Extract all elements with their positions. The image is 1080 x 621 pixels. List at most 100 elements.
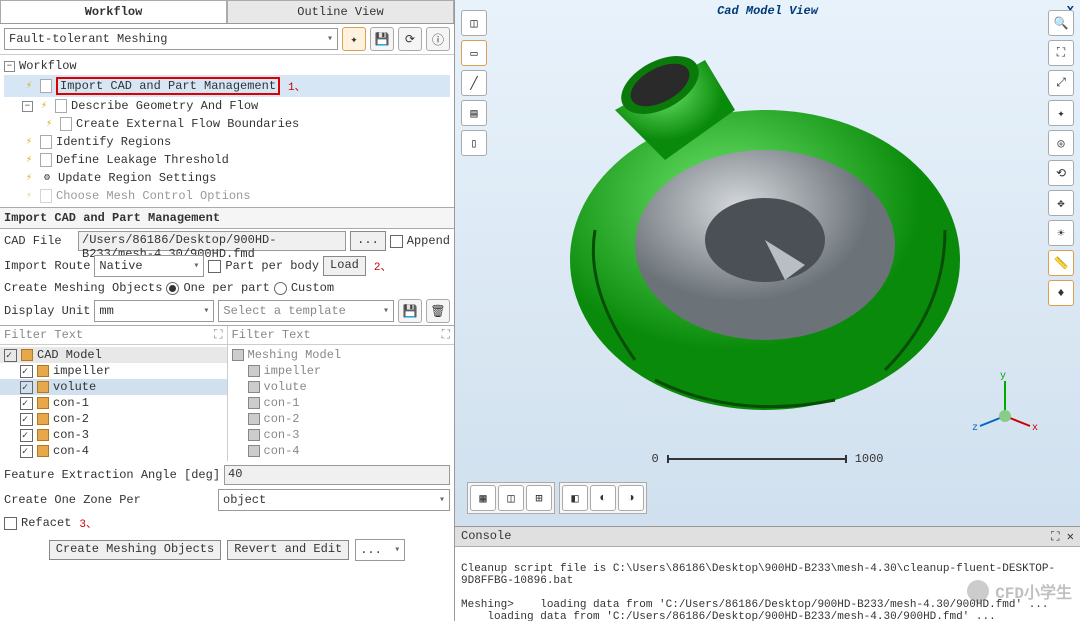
tree-item-describe[interactable]: − ⚡ Describe Geometry And Flow — [4, 97, 450, 115]
fit-icon[interactable]: ⤢ — [1048, 70, 1074, 96]
zone-combo[interactable]: object — [218, 489, 450, 511]
cube-view-icon[interactable]: ◫ — [461, 10, 487, 36]
display-unit-combo[interactable]: mm — [94, 300, 214, 322]
zoom-area-icon[interactable]: ⛶ — [1048, 40, 1074, 66]
console-line: Cleanup script file is C:\Users\86186\De… — [461, 563, 1055, 587]
append-checkbox[interactable] — [390, 235, 403, 248]
list-item[interactable]: impeller — [0, 363, 227, 379]
preset-combo[interactable]: Fault-tolerant Meshing — [4, 28, 338, 50]
filter-text[interactable]: Filter Text — [4, 328, 83, 342]
measure-icon[interactable]: 📏 — [1048, 250, 1074, 276]
tree-collapse-icon[interactable]: − — [22, 101, 33, 112]
load-button[interactable]: Load — [323, 256, 366, 276]
refresh-icon[interactable]: ⟳ — [398, 27, 422, 51]
doc-icon[interactable]: ▤ — [461, 100, 487, 126]
axis-icon[interactable]: ✦ — [1048, 100, 1074, 126]
zoom-icon[interactable]: 🔍 — [1048, 10, 1074, 36]
list-item[interactable]: con-4 — [0, 443, 227, 459]
shade-icon[interactable]: ◐ — [590, 485, 616, 511]
template-placeholder: Select a template — [223, 304, 345, 318]
tree-item-mesh-options[interactable]: ⚡ Choose Mesh Control Options — [4, 187, 450, 205]
probe-icon[interactable]: ◎ — [1048, 130, 1074, 156]
item-checkbox[interactable] — [20, 365, 33, 378]
shade-icon[interactable]: ◑ — [618, 485, 644, 511]
rotate-icon[interactable]: ⟲ — [1048, 160, 1074, 186]
item-checkbox[interactable] — [20, 381, 33, 394]
tab-workflow[interactable]: Workflow — [0, 0, 227, 23]
filter-text[interactable]: Filter Text — [232, 328, 311, 342]
info-icon[interactable]: ⓘ — [426, 27, 450, 51]
svg-text:z: z — [972, 423, 978, 434]
refacet-checkbox[interactable] — [4, 517, 17, 530]
custom-radio[interactable] — [274, 282, 287, 295]
line-icon[interactable]: ╱ — [461, 70, 487, 96]
item-checkbox[interactable] — [20, 397, 33, 410]
list-item[interactable]: impeller — [228, 363, 455, 379]
browse-button[interactable]: ... — [350, 231, 386, 251]
more-label: ... — [360, 543, 382, 557]
part-per-body-checkbox[interactable] — [208, 260, 221, 273]
tree-item-label: Describe Geometry And Flow — [71, 99, 258, 113]
gear-icon: ⚙ — [40, 171, 54, 185]
list-item[interactable]: con-2 — [228, 411, 455, 427]
list-item[interactable]: con-3 — [0, 427, 227, 443]
list-item[interactable]: con-3 — [228, 427, 455, 443]
console-body[interactable]: Cleanup script file is C:\Users\86186\De… — [455, 547, 1080, 621]
cad-model-header[interactable]: CAD Model — [0, 347, 227, 363]
scale-bar: 0 1000 — [651, 452, 883, 466]
tree-collapse-icon[interactable]: − — [4, 61, 15, 72]
item-checkbox[interactable] — [20, 429, 33, 442]
page-icon[interactable]: ▯ — [461, 130, 487, 156]
light-icon[interactable]: ☀ — [1048, 220, 1074, 246]
expand-icon[interactable]: ⛶ — [442, 328, 450, 342]
cube-icon — [248, 397, 260, 409]
create-meshing-objects-button[interactable]: Create Meshing Objects — [49, 540, 221, 560]
list-item[interactable]: volute — [228, 379, 455, 395]
box-icon[interactable]: ▭ — [461, 40, 487, 66]
view-mode-icon[interactable]: ◫ — [498, 485, 524, 511]
revert-edit-button[interactable]: Revert and Edit — [227, 540, 349, 560]
tree-item-import-cad[interactable]: ⚡ Import CAD and Part Management 1、 — [4, 75, 450, 97]
shade-icon[interactable]: ◧ — [562, 485, 588, 511]
watermark: CFD小学生 — [967, 579, 1072, 603]
tree-item-update-region[interactable]: ⚡ ⚙ Update Region Settings — [4, 169, 450, 187]
import-route-combo[interactable]: Native — [94, 255, 204, 277]
cad-model-label: CAD Model — [37, 348, 102, 362]
save-template-icon[interactable]: 💾 — [398, 299, 422, 323]
console-expand-icon[interactable]: ⛶ ✕ — [1051, 529, 1074, 544]
cad-viewer[interactable]: Cad Model View X ◫ ▭ ╱ ▤ ▯ 🔍 ⛶ ⤢ ✦ ◎ ⟲ ✥… — [455, 0, 1080, 526]
delete-template-icon[interactable]: 🗑 — [426, 299, 450, 323]
move-icon[interactable]: ✥ — [1048, 190, 1074, 216]
item-checkbox[interactable] — [20, 413, 33, 426]
zone-label: Create One Zone Per — [4, 493, 214, 507]
view-mode-icon[interactable]: ▦ — [470, 485, 496, 511]
view-mode-icon[interactable]: ⊞ — [526, 485, 552, 511]
one-per-part-radio[interactable] — [166, 282, 179, 295]
bolt-icon: ⚡ — [22, 79, 36, 93]
item-checkbox[interactable] — [20, 445, 33, 458]
more-combo[interactable]: ... — [355, 539, 405, 561]
tree-item-boundaries[interactable]: ⚡ Create External Flow Boundaries — [4, 115, 450, 133]
svg-text:y: y — [1000, 371, 1006, 382]
item-label: con-1 — [53, 396, 89, 410]
template-combo[interactable]: Select a template — [218, 300, 394, 322]
list-item[interactable]: volute — [0, 379, 227, 395]
tab-outline[interactable]: Outline View — [227, 0, 454, 23]
meshing-model-header[interactable]: Meshing Model — [228, 347, 455, 363]
tree-item-leakage[interactable]: ⚡ Define Leakage Threshold — [4, 151, 450, 169]
item-label: con-2 — [264, 412, 300, 426]
cad-model-checkbox[interactable] — [4, 349, 17, 362]
axis-triad[interactable]: x y z — [970, 366, 1040, 436]
angle-input[interactable]: 40 — [224, 465, 450, 485]
list-item[interactable]: con-1 — [228, 395, 455, 411]
cad-file-input[interactable]: /Users/86186/Desktop/900HD-B233/mesh-4.3… — [78, 231, 346, 251]
bolt-icon: ⚡ — [37, 99, 51, 113]
shield-icon[interactable]: ♦ — [1048, 280, 1074, 306]
list-item[interactable]: con-2 — [0, 411, 227, 427]
tree-item-regions[interactable]: ⚡ Identify Regions — [4, 133, 450, 151]
list-item[interactable]: con-1 — [0, 395, 227, 411]
save-icon[interactable]: 💾 — [370, 27, 394, 51]
list-item[interactable]: con-4 — [228, 443, 455, 459]
expand-icon[interactable]: ⛶ — [214, 328, 222, 342]
new-icon[interactable]: ✦ — [342, 27, 366, 51]
